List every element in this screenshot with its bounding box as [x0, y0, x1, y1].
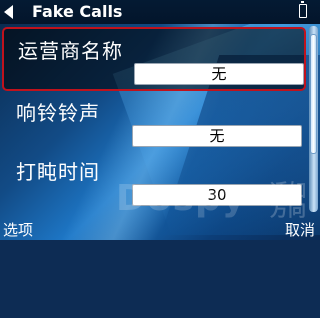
setting-label: 运营商名称 [18, 39, 123, 63]
setting-label: 打盹时间 [16, 160, 100, 184]
setting-ringtone[interactable]: 响铃铃声 无 [2, 91, 306, 155]
setting-value-field[interactable]: 无 [132, 125, 302, 147]
cancel-softkey[interactable]: 取消 [285, 219, 315, 240]
setting-operator-name[interactable]: 运营商名称 无 [2, 27, 306, 91]
scroll-thumb[interactable] [310, 34, 317, 154]
watermark-cn: 适如方向 [270, 181, 306, 221]
back-arrow-icon[interactable] [4, 5, 13, 19]
setting-label: 响铃铃声 [16, 101, 100, 125]
title-bar: Fake Calls [0, 0, 320, 24]
options-softkey[interactable]: 选项 [3, 219, 33, 240]
battery-icon [299, 1, 307, 18]
app-title: Fake Calls [32, 2, 123, 21]
watermark-logo: Dospy [116, 178, 247, 219]
scrollbar[interactable] [309, 26, 318, 212]
setting-value-field[interactable]: 无 [134, 63, 304, 85]
